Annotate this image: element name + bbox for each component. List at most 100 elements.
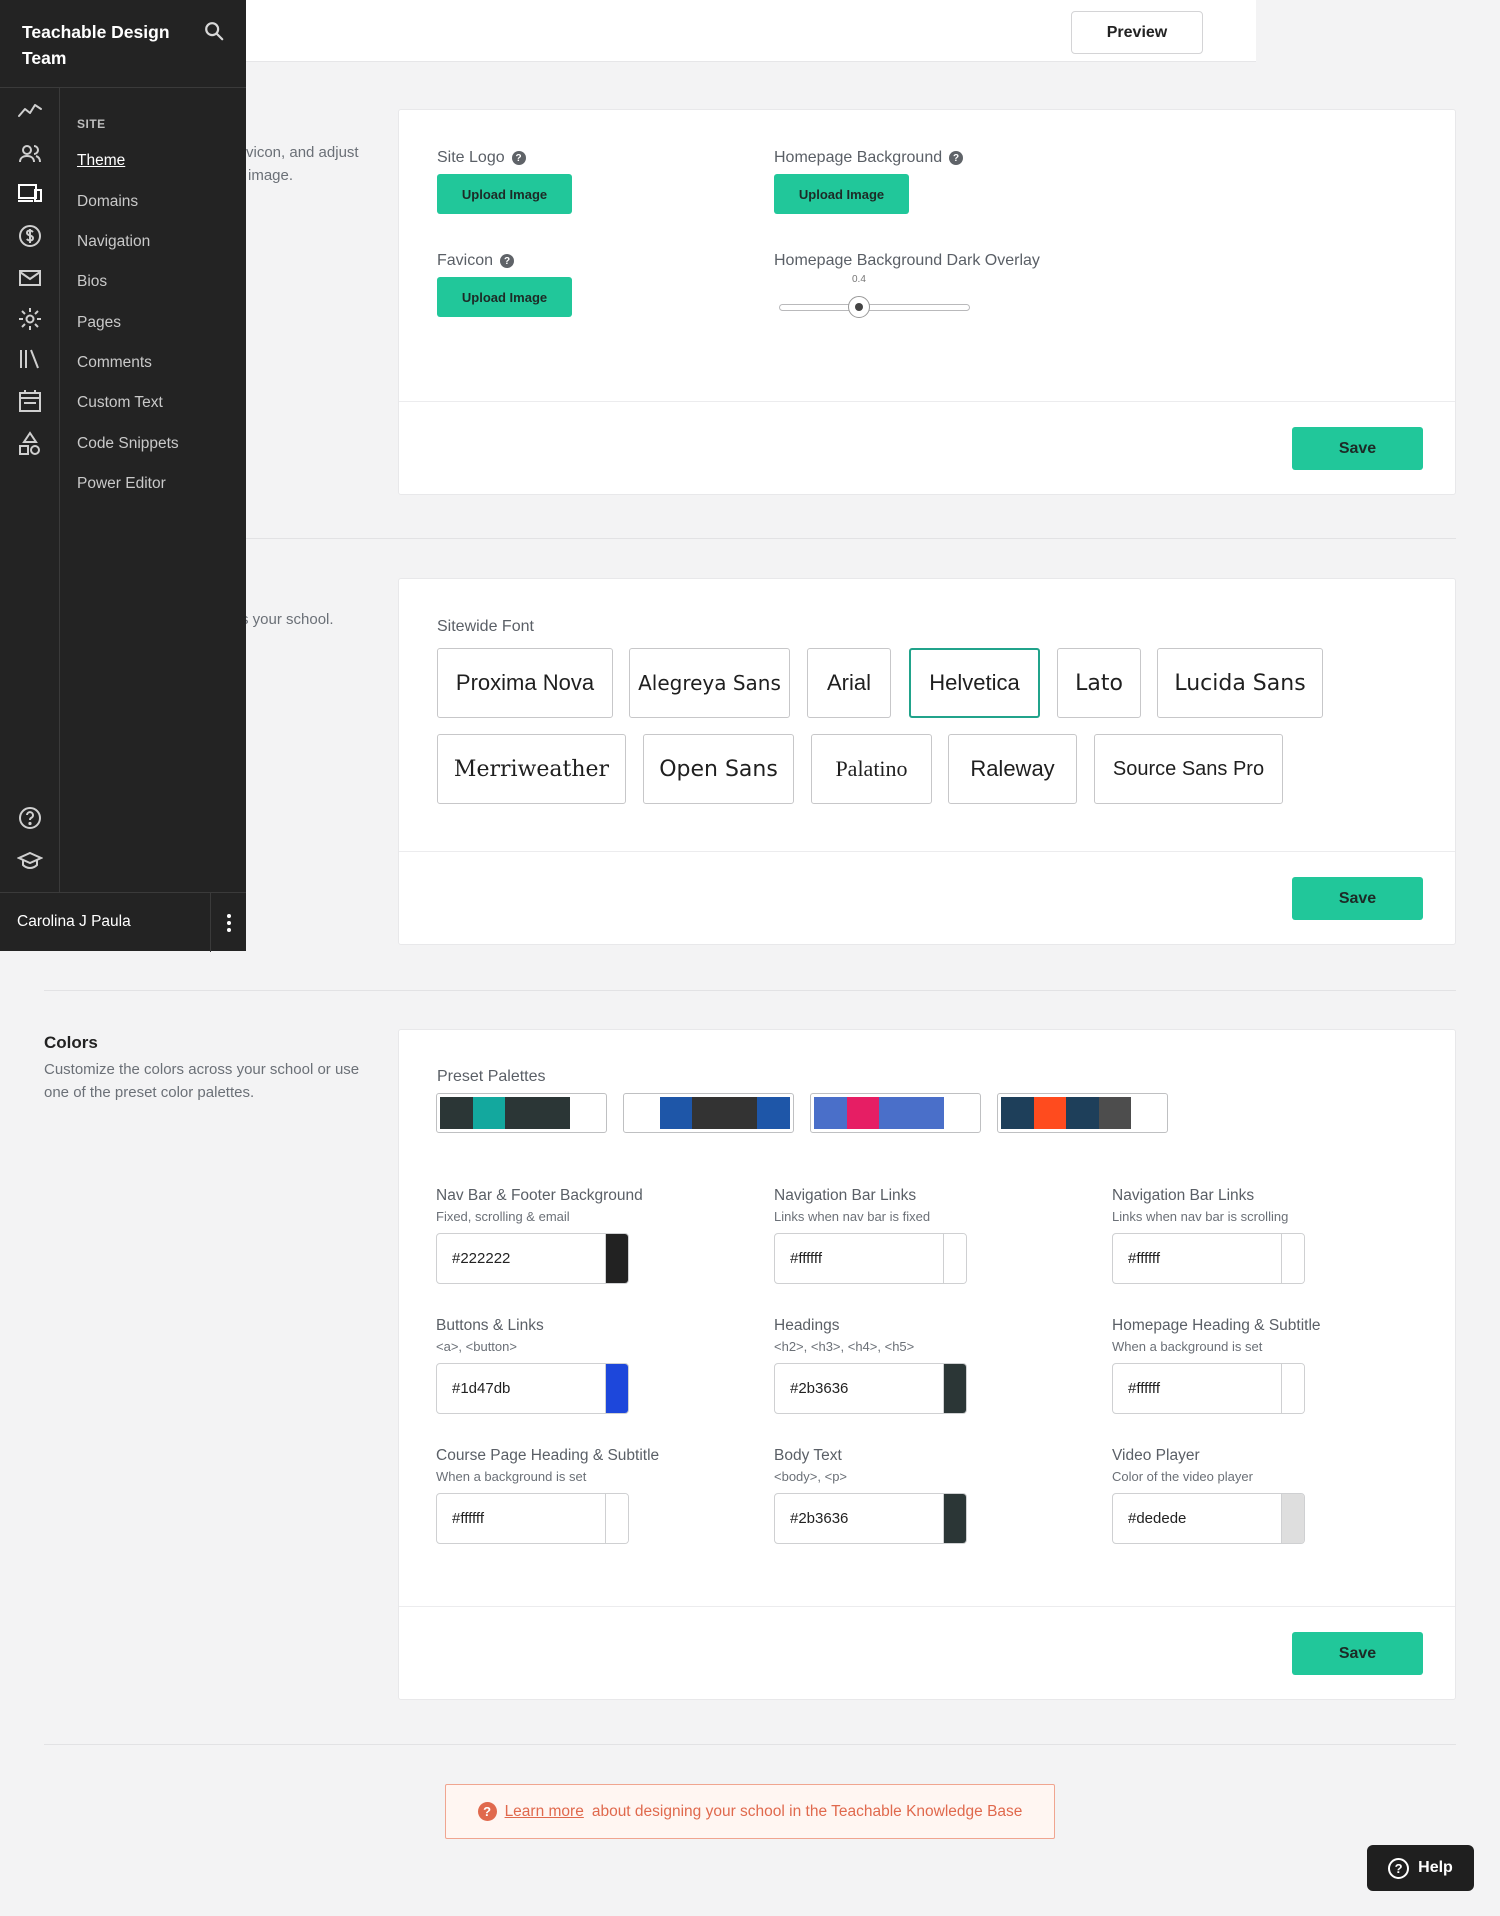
color-swatch[interactable] (943, 1234, 966, 1283)
color-swatch[interactable] (605, 1234, 628, 1283)
color-input[interactable]: #ffffff (774, 1233, 967, 1284)
learn-more-link[interactable]: Learn more (505, 1803, 584, 1821)
more-options-icon[interactable] (210, 893, 246, 952)
help-icon[interactable] (17, 805, 43, 831)
analytics-icon[interactable] (17, 98, 43, 124)
homepage-background-label: Homepage Background ? (774, 149, 964, 167)
color-input[interactable]: #2b3636 (774, 1363, 967, 1414)
color-swatch[interactable] (1281, 1494, 1304, 1543)
sidebar-item-theme[interactable]: Theme (77, 152, 125, 170)
color-input[interactable]: #1d47db (436, 1363, 629, 1414)
sidebar-item-navigation[interactable]: Navigation (77, 233, 150, 251)
school-name[interactable]: Teachable Design Team (22, 19, 182, 71)
favicon-upload-button[interactable]: Upload Image (437, 277, 572, 317)
color-input[interactable]: #ffffff (1112, 1233, 1305, 1284)
font-option-proxima-nova[interactable]: Proxima Nova (437, 648, 613, 718)
color-swatch[interactable] (1281, 1234, 1304, 1283)
font-option-alegreya-sans[interactable]: Alegreya Sans (629, 648, 790, 718)
color-input[interactable]: #ffffff (1112, 1363, 1305, 1414)
sidebar-item-power-editor[interactable]: Power Editor (77, 475, 166, 493)
sidebar: Teachable Design Team SITE Theme Domains… (0, 0, 246, 952)
graduation-cap-icon[interactable] (17, 848, 43, 874)
palette-swatch (1131, 1097, 1164, 1129)
font-option-arial[interactable]: Arial (807, 648, 891, 718)
calendar-icon[interactable] (17, 388, 43, 414)
dollar-icon[interactable] (17, 223, 43, 249)
colors-card-footer: Save (399, 1606, 1455, 1699)
library-icon[interactable] (17, 346, 43, 372)
color-value: #ffffff (452, 1510, 484, 1527)
color-swatch[interactable] (943, 1494, 966, 1543)
help-icon[interactable]: ? (949, 151, 964, 165)
color-input[interactable]: #222222 (436, 1233, 629, 1284)
palette-option-1[interactable] (436, 1093, 607, 1133)
palette-swatch (911, 1097, 945, 1129)
palette-swatch (814, 1097, 847, 1129)
save-button[interactable]: Save (1292, 877, 1423, 920)
font-option-lucida-sans[interactable]: Lucida Sans (1157, 648, 1323, 718)
color-sublabel: When a background is set (436, 1469, 587, 1484)
palette-option-4[interactable] (997, 1093, 1168, 1133)
sidebar-item-pages[interactable]: Pages (77, 314, 121, 332)
palette-swatch (570, 1097, 603, 1129)
color-input[interactable]: #dedede (1112, 1493, 1305, 1544)
save-button[interactable]: Save (1292, 427, 1423, 470)
fonts-card: Sitewide Font Proxima Nova Alegreya Sans… (398, 578, 1456, 945)
palette-option-3[interactable] (810, 1093, 981, 1133)
palette-swatch (505, 1097, 538, 1129)
color-input[interactable]: #2b3636 (774, 1493, 967, 1544)
color-swatch[interactable] (943, 1364, 966, 1413)
site-icon[interactable] (17, 181, 43, 207)
search-icon[interactable] (203, 20, 225, 42)
color-input[interactable]: #ffffff (436, 1493, 629, 1544)
color-label: Homepage Heading & Subtitle (1112, 1317, 1321, 1334)
sidebar-item-custom-text[interactable]: Custom Text (77, 394, 163, 412)
gear-icon[interactable] (17, 306, 43, 332)
palette-swatch (1098, 1097, 1132, 1129)
user-name[interactable]: Carolina J Paula (17, 913, 131, 931)
color-swatch[interactable] (605, 1494, 628, 1543)
color-value: #2b3636 (790, 1380, 849, 1397)
sidebar-item-code-snippets[interactable]: Code Snippets (77, 435, 179, 453)
palette-swatch (724, 1097, 758, 1129)
palette-swatch (944, 1097, 977, 1129)
homepage-background-upload-button[interactable]: Upload Image (774, 174, 909, 214)
color-label: Navigation Bar Links (1112, 1187, 1255, 1204)
logo-section-description-2: image. (248, 167, 294, 184)
mail-icon[interactable] (17, 265, 43, 291)
palette-swatch (692, 1097, 725, 1129)
color-value: #2b3636 (790, 1510, 849, 1527)
font-option-source-sans-pro[interactable]: Source Sans Pro (1094, 734, 1283, 804)
shapes-icon[interactable] (17, 431, 43, 457)
sidebar-item-comments[interactable]: Comments (77, 354, 152, 372)
save-button[interactable]: Save (1292, 1632, 1423, 1675)
help-circle-icon: ? (477, 1802, 497, 1821)
help-icon[interactable]: ? (511, 151, 526, 165)
font-option-merriweather[interactable]: Merriweather (437, 734, 626, 804)
section-divider (44, 1744, 1456, 1745)
color-sublabel: <a>, <button> (436, 1339, 517, 1354)
color-swatch[interactable] (605, 1364, 628, 1413)
users-icon[interactable] (17, 141, 43, 167)
color-label: Navigation Bar Links (774, 1187, 917, 1204)
font-option-lato[interactable]: Lato (1057, 648, 1141, 718)
banner-text: about designing your school in the Teach… (591, 1802, 1023, 1820)
favicon-label-text: Favicon (437, 252, 494, 269)
preview-button[interactable]: Preview (1071, 11, 1203, 54)
color-swatch[interactable] (1281, 1364, 1304, 1413)
color-value: #ffffff (790, 1250, 822, 1267)
sidebar-item-bios[interactable]: Bios (77, 273, 107, 291)
overlay-slider-handle[interactable] (848, 296, 870, 318)
font-option-helvetica[interactable]: Helvetica (909, 648, 1040, 718)
font-option-palatino[interactable]: Palatino (811, 734, 932, 804)
sidebar-item-domains[interactable]: Domains (77, 193, 138, 211)
help-button[interactable]: ? Help (1367, 1845, 1474, 1891)
font-option-open-sans[interactable]: Open Sans (643, 734, 794, 804)
help-icon[interactable]: ? (500, 254, 515, 268)
overlay-slider-track[interactable] (779, 304, 970, 311)
color-label: Buttons & Links (436, 1317, 544, 1334)
site-logo-upload-button[interactable]: Upload Image (437, 174, 572, 214)
font-option-raleway[interactable]: Raleway (948, 734, 1077, 804)
palette-option-2[interactable] (623, 1093, 794, 1133)
color-value: #dedede (1128, 1510, 1187, 1527)
